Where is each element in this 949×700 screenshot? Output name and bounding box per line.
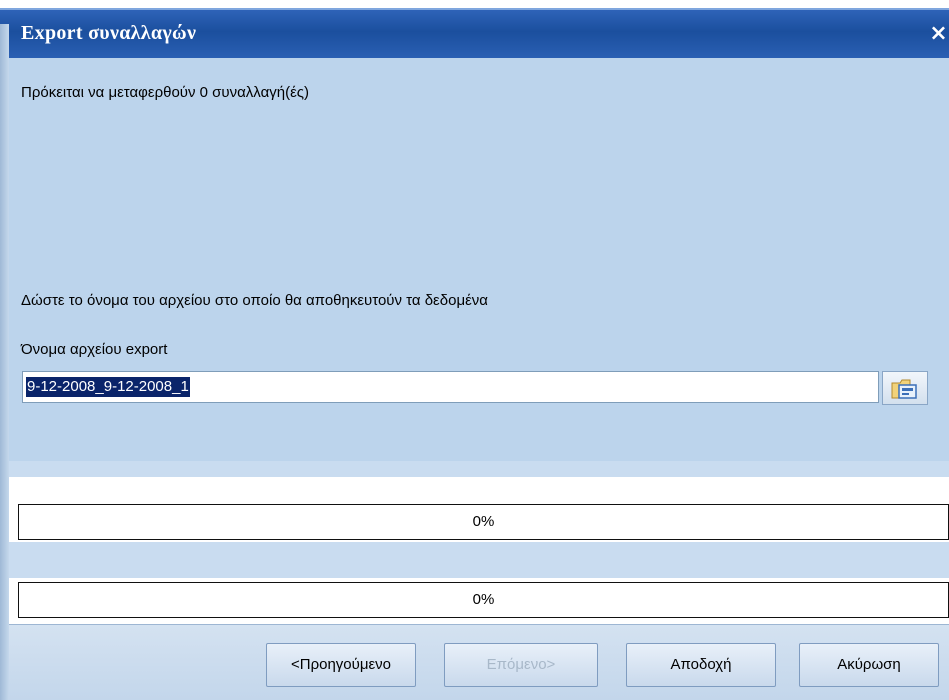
progress-label-item: 0% (472, 591, 495, 608)
browse-file-button[interactable] (882, 371, 928, 405)
cancel-button[interactable]: Ακύρωση (799, 643, 939, 687)
window-title: Export συναλλαγών (21, 22, 197, 44)
previous-button[interactable]: <Προηγούμενο (266, 643, 416, 687)
accept-button[interactable]: Αποδοχή (626, 643, 776, 687)
close-button[interactable]: × (928, 22, 949, 46)
folder-browse-icon (891, 379, 917, 399)
next-button: Επόμενο> (444, 643, 598, 687)
export-filename-field[interactable]: 9-12-2008_9-12-2008_1 (22, 371, 879, 403)
progress-bar-item: 0% (18, 582, 949, 618)
separator-band-top (9, 461, 949, 477)
window-left-frame (0, 24, 9, 700)
filename-prompt: Δώστε το όνομα του αρχείου στο οποίο θα … (21, 292, 488, 309)
separator-band-middle (9, 542, 949, 578)
filename-label: Όνομα αρχείου export (21, 341, 168, 358)
export-filename-input[interactable] (23, 372, 878, 402)
progress-bar-overall: 0% (18, 504, 949, 540)
transfer-count-message: Πρόκειται να μεταφερθούν 0 συναλλαγή(ές) (21, 84, 310, 101)
progress-label-overall: 0% (472, 513, 495, 530)
export-dialog: Export συναλλαγών × Πρόκειται να μεταφερ… (0, 0, 949, 700)
